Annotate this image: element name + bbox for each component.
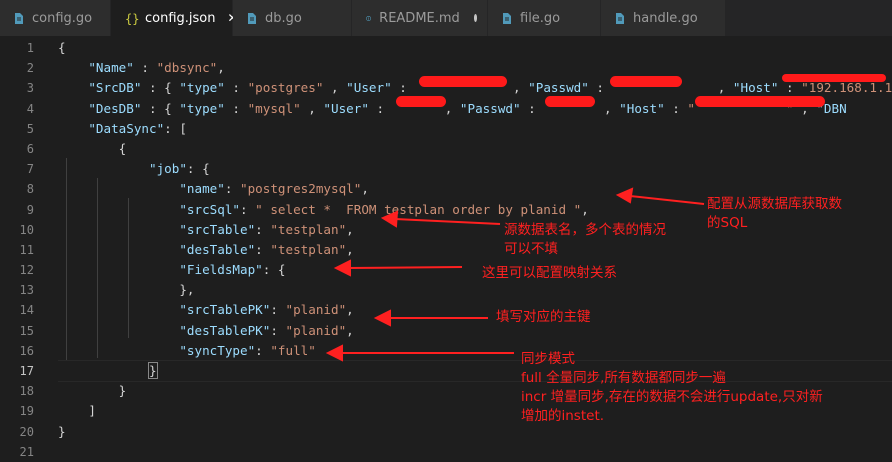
line-number: 21 <box>19 444 34 459</box>
arrowhead <box>325 344 343 362</box>
annotation-line: 增加的instet. <box>521 408 605 424</box>
arrowhead <box>333 259 351 277</box>
annotation-pk: 填写对应的主键 <box>496 309 591 325</box>
annotation-line: 同步模式 <box>521 351 575 367</box>
annotation-line: full 全量同步,所有数据都同步一遍 <box>521 370 726 386</box>
arrow-fieldsmap <box>347 266 463 269</box>
annotation-line: incr 增量同步,存在的数据不会进行update,只对新 <box>521 389 823 405</box>
annotation-srcsql: 配置从源数据库获取数 的SQL <box>707 196 842 231</box>
arrowhead <box>380 210 399 228</box>
arrowhead <box>373 309 391 327</box>
annotation-fieldsmap: 这里可以配置映射关系 <box>482 265 617 281</box>
annotation-srctable: 源数据表名，多个表的情况 可以不填 <box>504 222 666 257</box>
arrow-srcsql <box>629 195 705 205</box>
arrow-srctable <box>394 218 501 225</box>
annotation-synctype: 同步模式 full 全量同步,所有数据都同步一遍 incr 增量同步,存在的数据… <box>521 350 823 426</box>
arrowhead <box>615 187 634 204</box>
